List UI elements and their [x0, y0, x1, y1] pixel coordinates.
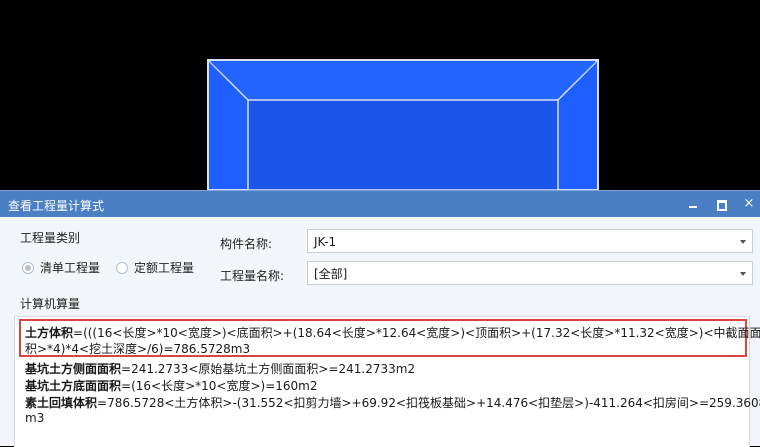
component-name-label: 构件名称: — [220, 237, 273, 251]
calc-line: 土方体积=(((16<长度>*10<宽度>)<底面积>+(18.64<长度>*1… — [25, 326, 760, 340]
radio-circle-icon[interactable] — [22, 261, 34, 274]
component-name-value: JK-1 — [314, 235, 337, 249]
calc-section-label: 计算机算量 — [20, 297, 81, 311]
close-icon[interactable]: × — [738, 194, 760, 214]
quantity-name-label: 工程量名称: — [220, 269, 285, 283]
chevron-down-icon[interactable] — [740, 240, 746, 244]
radio-bill-quantity[interactable]: 清单工程量 — [22, 259, 100, 276]
component-name-select[interactable]: JK-1 — [307, 229, 753, 253]
quantity-name-select[interactable]: [全部] — [307, 261, 753, 285]
maximize-icon[interactable] — [710, 194, 732, 214]
dialog-titlebar[interactable]: 查看工程量计算式 × — [0, 191, 760, 217]
quantity-name-value: [全部] — [314, 267, 348, 281]
radio-bill-quantity-label: 清单工程量 — [40, 261, 101, 275]
calc-line: 基坑土方底面面积=(16<长度>*10<宽度>)=160m2 — [25, 379, 318, 393]
minimize-icon[interactable] — [682, 194, 704, 214]
radio-quota-quantity-label: 定额工程量 — [134, 261, 195, 275]
calc-line: 素土回填体积=786.5728<土方体积>-(31.552<扣剪力墙>+69.9… — [25, 396, 760, 410]
radio-quota-quantity[interactable]: 定额工程量 — [116, 259, 194, 276]
quantity-formula-dialog: 查看工程量计算式 × 工程量类别 清单工程量 定额工程量 构件名称: JK-1 … — [0, 190, 760, 447]
calc-line: 基坑土方侧面面积=241.2733<原始基坑土方侧面面积>=241.2733m2 — [25, 362, 416, 376]
calc-line: m3 — [25, 411, 45, 425]
chevron-down-icon[interactable] — [740, 272, 746, 276]
calc-line: 积>*4)*4<挖土深度>/6)=786.5728m3 — [25, 342, 251, 356]
radio-circle-icon[interactable] — [116, 261, 128, 274]
foundation-pit-model — [207, 59, 599, 190]
3d-viewport[interactable] — [0, 0, 760, 190]
quantity-type-label: 工程量类别 — [20, 231, 81, 245]
dialog-title: 查看工程量计算式 — [8, 199, 105, 213]
